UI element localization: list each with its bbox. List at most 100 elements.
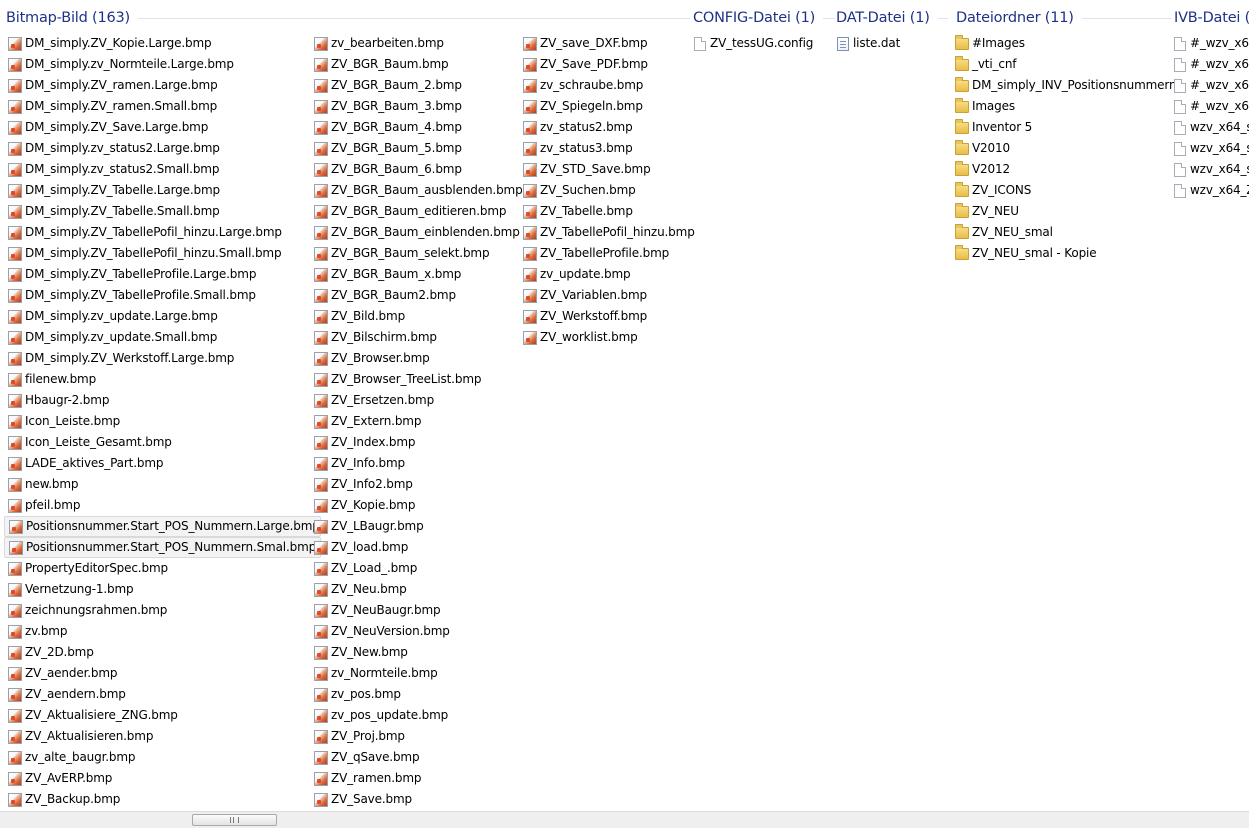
file-item[interactable]: DM_simply.ZV_TabelleProfile.Large.bmp [4,264,321,285]
file-item[interactable]: Hbaugr-2.bmp [4,390,321,411]
file-item[interactable]: Icon_Leiste_Gesamt.bmp [4,432,321,453]
file-item[interactable]: ZV_BGR_Baum_3.bmp [310,96,523,117]
file-item[interactable]: ZV_Extern.bmp [310,411,523,432]
file-item[interactable]: zv_update.bmp [519,264,695,285]
file-item[interactable]: ZV_LBaugr.bmp [310,516,523,537]
file-item[interactable]: zeichnungsrahmen.bmp [4,600,321,621]
file-item[interactable]: ZV_Spiegeln.bmp [519,96,695,117]
file-item[interactable]: ZV_Index.bmp [310,432,523,453]
file-item[interactable]: ZV_Load_.bmp [310,558,523,579]
file-item[interactable]: pfeil.bmp [4,495,321,516]
file-item[interactable]: ZV_Suchen.bmp [519,180,695,201]
file-item[interactable]: DM_simply.ZV_ramen.Small.bmp [4,96,321,117]
file-item[interactable]: zv.bmp [4,621,321,642]
file-item[interactable]: zv_pos.bmp [310,684,523,705]
folder-item[interactable]: Images [951,96,1176,117]
group-header-folder[interactable]: Dateiordner (11) [956,8,1172,28]
file-item[interactable]: ZV_Tabelle.bmp [519,201,695,222]
group-header-ivb[interactable]: IVB-Datei (8 [1174,8,1249,28]
file-item[interactable]: ZV_Kopie.bmp [310,495,523,516]
folder-item[interactable]: V2012 [951,159,1176,180]
file-item[interactable]: DM_simply.ZV_Tabelle.Small.bmp [4,201,321,222]
file-item[interactable]: ZV_Aktualisiere_ZNG.bmp [4,705,321,726]
group-header-dat[interactable]: DAT-Datei (1) [836,8,948,28]
folder-item[interactable]: ZV_NEU [951,201,1176,222]
file-item[interactable]: DM_simply.ZV_TabellePofil_hinzu.Large.bm… [4,222,321,243]
file-item[interactable]: ZV_Bild.bmp [310,306,523,327]
file-item[interactable]: ZV_tessUG.config [689,33,813,54]
file-item[interactable]: ZV_BGR_Baum_ausblenden.bmp [310,180,523,201]
file-item[interactable]: ZV_Neu.bmp [310,579,523,600]
folder-item[interactable]: DM_simply_INV_Positionsnummern [951,75,1177,96]
file-item[interactable]: zv_pos_update.bmp [310,705,523,726]
file-item[interactable]: DM_simply.zv_update.Large.bmp [4,306,321,327]
file-item[interactable]: ZV_NeuVersion.bmp [310,621,523,642]
file-item[interactable]: ZV_2D.bmp [4,642,321,663]
file-item[interactable]: ZV_BGR_Baum_editieren.bmp [310,201,523,222]
file-item[interactable]: ZV_BGR_Baum_x.bmp [310,264,523,285]
folder-item[interactable]: _vti_cnf [951,54,1176,75]
file-item[interactable]: wzv_x64_sta [1169,159,1249,180]
file-item[interactable]: ZV_BGR_Baum_4.bmp [310,117,523,138]
file-item[interactable]: zv_Normteile.bmp [310,663,523,684]
file-item[interactable]: Positionsnummer.Start_POS_Nummern.Smal.b… [4,537,321,558]
folder-item[interactable]: ZV_NEU_smal [951,222,1176,243]
folder-item[interactable]: V2010 [951,138,1176,159]
file-item[interactable]: ZV_load.bmp [310,537,523,558]
file-item[interactable]: wzv_x64_sta [1169,138,1249,159]
file-item[interactable]: ZV_BGR_Baum_5.bmp [310,138,523,159]
file-item[interactable]: LADE_aktives_Part.bmp [4,453,321,474]
file-item[interactable]: ZV_Werkstoff.bmp [519,306,695,327]
file-item[interactable]: ZV_Info2.bmp [310,474,523,495]
file-item[interactable]: ZV_save_DXF.bmp [519,33,695,54]
file-item[interactable]: ZV_BGR_Baum2.bmp [310,285,523,306]
file-item[interactable]: #_wzv_x64_ [1169,54,1249,75]
folder-item[interactable]: ZV_ICONS [951,180,1176,201]
file-item[interactable]: DM_simply.zv_status2.Large.bmp [4,138,321,159]
file-item[interactable]: ZV_STD_Save.bmp [519,159,695,180]
file-item[interactable]: zv_status3.bmp [519,138,695,159]
file-item[interactable]: Positionsnummer.Start_POS_Nummern.Large.… [4,516,321,537]
file-item[interactable]: DM_simply.ZV_Save.Large.bmp [4,117,321,138]
file-item[interactable]: ZV_Browser.bmp [310,348,523,369]
file-item[interactable]: new.bmp [4,474,321,495]
file-item[interactable]: ZV_BGR_Baum_einblenden.bmp [310,222,523,243]
file-item[interactable]: ZV_Browser_TreeList.bmp [310,369,523,390]
file-item[interactable]: DM_simply.ZV_TabelleProfile.Small.bmp [4,285,321,306]
folder-item[interactable]: #Images [951,33,1176,54]
group-header-config[interactable]: CONFIG-Datei (1) [693,8,836,28]
file-item[interactable]: DM_simply.ZV_Tabelle.Large.bmp [4,180,321,201]
file-item[interactable]: ZV_Bilschirm.bmp [310,327,523,348]
file-item[interactable]: DM_simply.ZV_TabellePofil_hinzu.Small.bm… [4,243,321,264]
file-item[interactable]: DM_simply.ZV_ramen.Large.bmp [4,75,321,96]
file-item[interactable]: ZV_Save_PDF.bmp [519,54,695,75]
file-item[interactable]: wzv_x64_Ze [1169,180,1249,201]
file-item[interactable]: ZV_Backup.bmp [4,789,321,810]
file-item[interactable]: ZV_qSave.bmp [310,747,523,768]
file-item[interactable]: ZV_BGR_Baum_6.bmp [310,159,523,180]
file-item[interactable]: ZV_NeuBaugr.bmp [310,600,523,621]
file-item[interactable]: DM_simply.zv_status2.Small.bmp [4,159,321,180]
file-item[interactable]: PropertyEditorSpec.bmp [4,558,321,579]
file-item[interactable]: ZV_worklist.bmp [519,327,695,348]
file-item[interactable]: ZV_Save.bmp [310,789,523,810]
file-item[interactable]: ZV_Proj.bmp [310,726,523,747]
file-item[interactable]: DM_simply.ZV_Kopie.Large.bmp [4,33,321,54]
file-item[interactable]: ZV_aender.bmp [4,663,321,684]
file-item[interactable]: ZV_ramen.bmp [310,768,523,789]
file-item[interactable]: zv_status2.bmp [519,117,695,138]
file-item[interactable]: #_wzv_x64_ [1169,96,1249,117]
file-item[interactable]: ZV_Aktualisieren.bmp [4,726,321,747]
file-item[interactable]: ZV_BGR_Baum_selekt.bmp [310,243,523,264]
folder-item[interactable]: ZV_NEU_smal - Kopie [951,243,1176,264]
file-item[interactable]: liste.dat [832,33,900,54]
file-item[interactable]: ZV_aendern.bmp [4,684,321,705]
file-item[interactable]: ZV_New.bmp [310,642,523,663]
file-item[interactable]: ZV_AvERP.bmp [4,768,321,789]
file-item[interactable]: #_wzv_x64_ [1169,33,1249,54]
scrollbar-thumb[interactable] [192,814,277,826]
file-item[interactable]: ZV_Ersetzen.bmp [310,390,523,411]
file-item[interactable]: zv_bearbeiten.bmp [310,33,523,54]
folder-item[interactable]: Inventor 5 [951,117,1176,138]
file-item[interactable]: wzv_x64_sta [1169,117,1249,138]
